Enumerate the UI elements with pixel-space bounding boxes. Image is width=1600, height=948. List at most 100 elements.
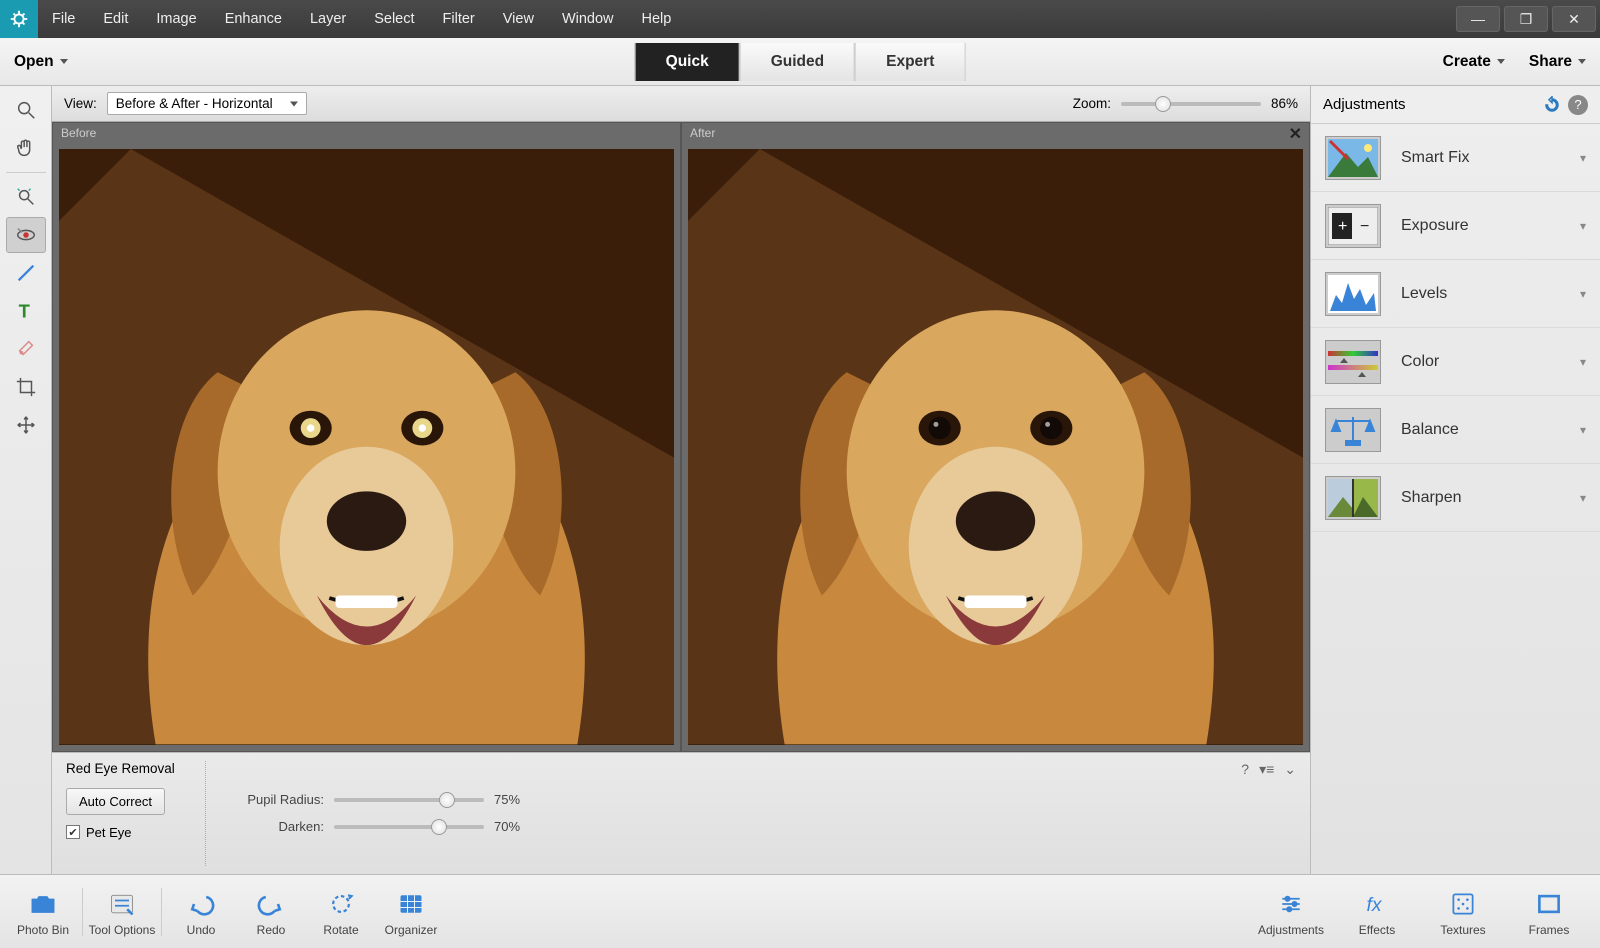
photo-bin-button[interactable]: Photo Bin bbox=[8, 887, 78, 937]
chevron-down-icon bbox=[1578, 59, 1586, 64]
close-image-button[interactable]: ✕ bbox=[1289, 124, 1302, 144]
tool-options-title: Red Eye Removal bbox=[66, 761, 191, 776]
adj-exposure[interactable]: +− Exposure ▾ bbox=[1311, 192, 1600, 260]
view-dropdown[interactable]: Before & After - Horizontal bbox=[107, 92, 307, 115]
image-area: ✕ Before bbox=[52, 122, 1310, 751]
menubar: File Edit Image Enhance Layer Select Fil… bbox=[0, 0, 1600, 38]
chevron-down-icon: ▾ bbox=[1580, 219, 1586, 233]
chevron-down-icon: ▾ bbox=[1580, 423, 1586, 437]
after-label: After bbox=[682, 123, 1309, 143]
close-button[interactable]: ✕ bbox=[1552, 6, 1596, 32]
before-canvas[interactable] bbox=[59, 149, 674, 744]
menu-layer[interactable]: Layer bbox=[296, 11, 360, 27]
move-tool[interactable] bbox=[6, 407, 46, 443]
pet-eye-checkbox[interactable]: ✔ Pet Eye bbox=[66, 825, 191, 840]
reset-icon[interactable] bbox=[1542, 95, 1562, 115]
after-pane: After bbox=[681, 122, 1310, 751]
textures-icon bbox=[1449, 887, 1477, 921]
mode-tab-quick[interactable]: Quick bbox=[635, 43, 740, 81]
mode-tab-expert[interactable]: Expert bbox=[855, 43, 965, 81]
type-tool[interactable]: T bbox=[6, 293, 46, 329]
undo-button[interactable]: Undo bbox=[166, 887, 236, 937]
balance-icon bbox=[1325, 408, 1381, 452]
darken-label: Darken: bbox=[234, 819, 324, 834]
chevron-down-icon: ▾ bbox=[1580, 287, 1586, 301]
effects-button[interactable]: fx Effects bbox=[1334, 887, 1420, 937]
menu-enhance[interactable]: Enhance bbox=[211, 11, 296, 27]
create-button[interactable]: Create bbox=[1443, 53, 1505, 71]
adjustments-panel: Adjustments ? Smart Fix ▾ +− Exposure ▾ … bbox=[1310, 86, 1600, 874]
frames-button[interactable]: Frames bbox=[1506, 887, 1592, 937]
darken-value: 70% bbox=[494, 819, 544, 834]
adj-smart-fix[interactable]: Smart Fix ▾ bbox=[1311, 124, 1600, 192]
tool-options-icon bbox=[108, 887, 136, 921]
menu-view[interactable]: View bbox=[489, 11, 548, 27]
redo-icon bbox=[257, 887, 285, 921]
share-button[interactable]: Share bbox=[1529, 53, 1586, 71]
left-toolbar: T bbox=[0, 86, 52, 874]
view-label: View: bbox=[64, 96, 97, 111]
tool-options-button[interactable]: Tool Options bbox=[87, 887, 157, 937]
menu-select[interactable]: Select bbox=[360, 11, 428, 27]
help-icon[interactable]: ? bbox=[1568, 95, 1588, 115]
menu-image[interactable]: Image bbox=[142, 11, 210, 27]
zoom-label: Zoom: bbox=[1073, 96, 1111, 111]
menu-edit[interactable]: Edit bbox=[89, 11, 142, 27]
after-canvas[interactable] bbox=[688, 149, 1303, 744]
svg-text:fx: fx bbox=[1367, 895, 1383, 916]
svg-text:T: T bbox=[18, 300, 29, 321]
rotate-button[interactable]: Rotate bbox=[306, 887, 376, 937]
panel-menu-icon[interactable]: ▾≡ bbox=[1259, 761, 1274, 778]
adj-levels[interactable]: Levels ▾ bbox=[1311, 260, 1600, 328]
darken-row: Darken: 70% bbox=[234, 819, 544, 834]
menu-help[interactable]: Help bbox=[628, 11, 686, 27]
pupil-radius-value: 75% bbox=[494, 792, 544, 807]
auto-correct-button[interactable]: Auto Correct bbox=[66, 788, 165, 815]
adj-sharpen[interactable]: Sharpen ▾ bbox=[1311, 464, 1600, 532]
whiten-tool[interactable] bbox=[6, 255, 46, 291]
darken-slider[interactable] bbox=[334, 825, 484, 829]
pupil-radius-slider[interactable] bbox=[334, 798, 484, 802]
adj-balance[interactable]: Balance ▾ bbox=[1311, 396, 1600, 464]
zoom-tool[interactable] bbox=[6, 92, 46, 128]
adjustments-button[interactable]: Adjustments bbox=[1248, 887, 1334, 937]
adj-color[interactable]: Color ▾ bbox=[1311, 328, 1600, 396]
smart-fix-icon bbox=[1325, 136, 1381, 180]
help-icon[interactable]: ? bbox=[1241, 761, 1249, 778]
adjustments-header: Adjustments bbox=[1323, 96, 1406, 113]
crop-tool[interactable] bbox=[6, 369, 46, 405]
redo-button[interactable]: Redo bbox=[236, 887, 306, 937]
collapse-icon[interactable]: ⌄ bbox=[1284, 761, 1296, 778]
minimize-button[interactable]: — bbox=[1456, 6, 1500, 32]
color-icon bbox=[1325, 340, 1381, 384]
quick-select-tool[interactable] bbox=[6, 179, 46, 215]
menu-file[interactable]: File bbox=[38, 11, 89, 27]
open-label: Open bbox=[14, 53, 54, 71]
spot-heal-tool[interactable] bbox=[6, 331, 46, 367]
sharpen-icon bbox=[1325, 476, 1381, 520]
bottom-bar: Photo Bin Tool Options Undo Redo Rotate … bbox=[0, 874, 1600, 948]
organizer-button[interactable]: Organizer bbox=[376, 887, 446, 937]
mode-bar: Open Quick Guided Expert Create Share bbox=[0, 38, 1600, 86]
frames-icon bbox=[1535, 887, 1563, 921]
tool-options-panel: Red Eye Removal Auto Correct ✔ Pet Eye P… bbox=[52, 752, 1310, 874]
open-button[interactable]: Open bbox=[14, 53, 68, 71]
checkbox-icon: ✔ bbox=[66, 825, 80, 839]
chevron-down-icon bbox=[1497, 59, 1505, 64]
maximize-button[interactable]: ❐ bbox=[1504, 6, 1548, 32]
mode-tab-guided[interactable]: Guided bbox=[740, 43, 855, 81]
chevron-down-icon: ▾ bbox=[1580, 491, 1586, 505]
textures-button[interactable]: Textures bbox=[1420, 887, 1506, 937]
red-eye-tool[interactable] bbox=[6, 217, 46, 253]
menu-window[interactable]: Window bbox=[548, 11, 628, 27]
menu-filter[interactable]: Filter bbox=[429, 11, 489, 27]
pupil-radius-row: Pupil Radius: 75% bbox=[234, 792, 544, 807]
hand-tool[interactable] bbox=[6, 130, 46, 166]
zoom-slider[interactable] bbox=[1121, 102, 1261, 106]
pupil-radius-label: Pupil Radius: bbox=[234, 792, 324, 807]
organizer-icon bbox=[397, 887, 425, 921]
app-logo-icon bbox=[0, 0, 38, 38]
workspace: View: Before & After - Horizontal Zoom: … bbox=[52, 86, 1310, 874]
chevron-down-icon bbox=[60, 59, 68, 64]
chevron-down-icon: ▾ bbox=[1580, 151, 1586, 165]
